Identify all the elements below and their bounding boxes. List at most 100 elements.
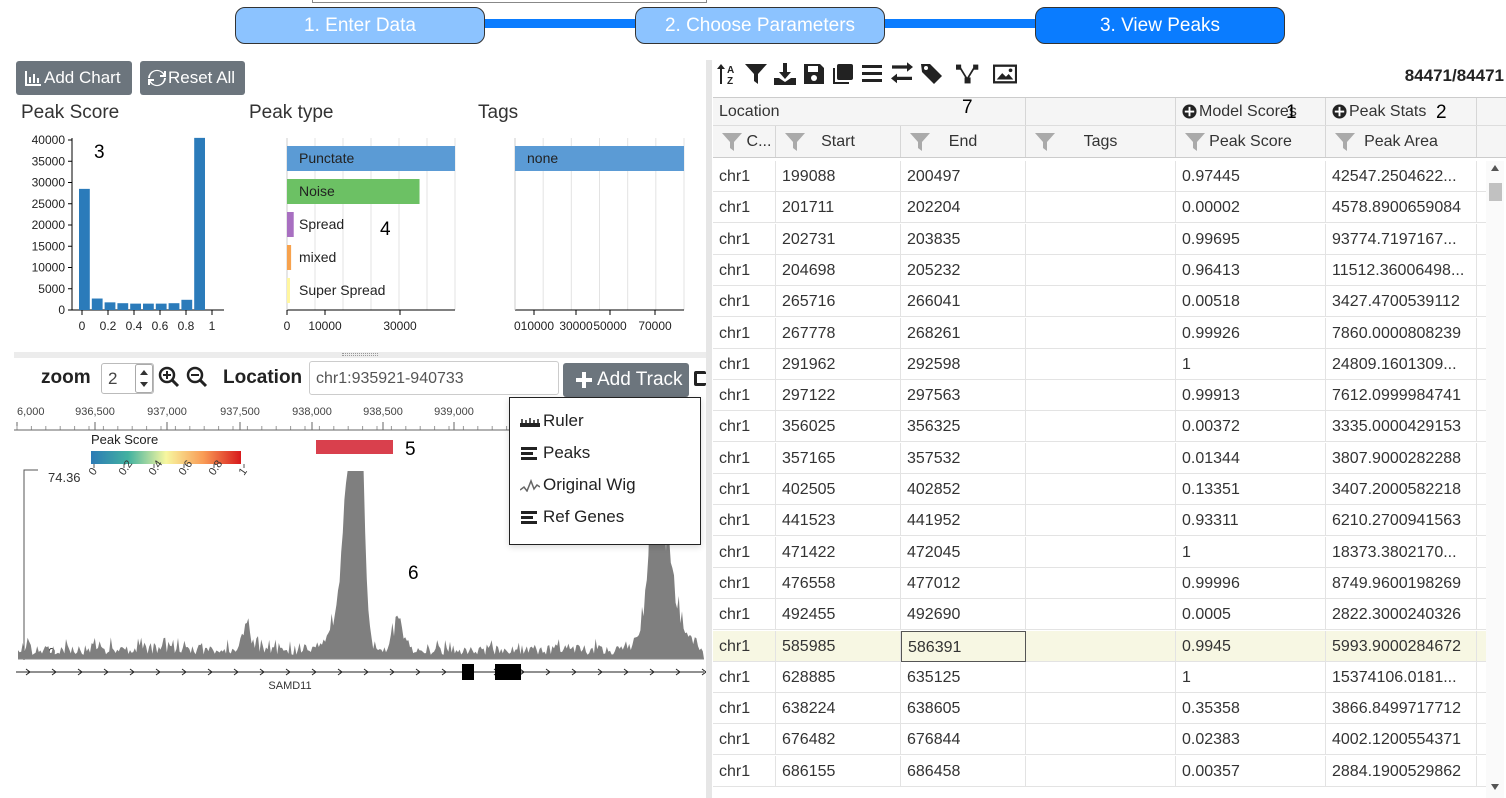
- table-cell[interactable]: [1026, 536, 1176, 568]
- table-cell[interactable]: chr1: [713, 661, 776, 693]
- location-input[interactable]: chr1:935921-940733: [309, 361, 559, 395]
- table-cell[interactable]: 0.13351: [1176, 474, 1326, 505]
- table-cell[interactable]: 3335.0000429153: [1326, 411, 1477, 443]
- network-icon[interactable]: [956, 62, 980, 86]
- table-cell[interactable]: 357165: [776, 442, 901, 474]
- table-cell[interactable]: 638605: [901, 693, 1026, 725]
- table-cell[interactable]: 3866.8499717712: [1326, 693, 1477, 725]
- table-cell[interactable]: 24809.1601309...: [1326, 348, 1477, 380]
- table-cell[interactable]: 676844: [901, 724, 1026, 756]
- table-cell[interactable]: 4002.1200554371: [1326, 724, 1477, 756]
- image-icon[interactable]: [993, 62, 1017, 86]
- table-cell[interactable]: 204698: [776, 254, 901, 286]
- table-row[interactable]: chr1 585985 586391 0.9945 5993.9000284672: [713, 630, 1487, 662]
- table-row[interactable]: chr1 291962 292598 1 24809.1601309...: [713, 348, 1487, 380]
- step-choose-parameters[interactable]: 2. Choose Parameters: [635, 7, 885, 44]
- table-cell[interactable]: 0.0005: [1176, 599, 1326, 631]
- table-cell[interactable]: 0.93311: [1176, 505, 1326, 537]
- column-filter-icon[interactable]: [721, 131, 743, 153]
- table-cell[interactable]: 472045: [901, 536, 1026, 568]
- table-cell[interactable]: 5993.9000284672: [1326, 630, 1477, 662]
- table-row[interactable]: chr1 297122 297563 0.99913 7612.0999984741: [713, 380, 1487, 412]
- table-cell[interactable]: 291962: [776, 348, 901, 380]
- table-cell[interactable]: 585985: [776, 630, 901, 662]
- table-cell[interactable]: 402852: [901, 474, 1026, 505]
- column-header[interactable]: C...: [713, 126, 776, 157]
- table-row[interactable]: chr1 638224 638605 0.35358 3866.8499717712: [713, 693, 1487, 725]
- table-cell[interactable]: 0.99695: [1176, 223, 1326, 255]
- table-cell[interactable]: 0.99926: [1176, 317, 1326, 349]
- table-cell[interactable]: [1026, 630, 1176, 662]
- table-cell[interactable]: [1026, 505, 1176, 537]
- table-cell[interactable]: 202204: [901, 192, 1026, 224]
- table-cell[interactable]: 267778: [776, 317, 901, 349]
- table-cell[interactable]: 200497: [901, 161, 1026, 192]
- table-cell[interactable]: 586391: [901, 630, 1026, 662]
- table-cell[interactable]: [1026, 380, 1176, 412]
- table-cell[interactable]: chr1: [713, 192, 776, 224]
- camera-icon[interactable]: [694, 368, 706, 388]
- table-cell[interactable]: 676482: [776, 724, 901, 756]
- table-cell[interactable]: [1026, 161, 1176, 192]
- table-cell[interactable]: 402505: [776, 474, 901, 505]
- table-cell[interactable]: 492690: [901, 599, 1026, 631]
- table-row[interactable]: chr1 356025 356325 0.00372 3335.0000429153: [713, 411, 1487, 443]
- table-cell[interactable]: 2884.1900529862: [1326, 755, 1477, 787]
- table-cell[interactable]: chr1: [713, 161, 776, 192]
- swap-icon[interactable]: [890, 62, 914, 86]
- scroll-up-icon[interactable]: [1491, 165, 1499, 171]
- table-cell[interactable]: 202731: [776, 223, 901, 255]
- table-cell[interactable]: 0.99913: [1176, 380, 1326, 412]
- table-cell[interactable]: 7860.0000808239: [1326, 317, 1477, 349]
- column-header[interactable]: End: [901, 126, 1026, 157]
- column-header[interactable]: Tags: [1026, 126, 1176, 157]
- table-cell[interactable]: chr1: [713, 317, 776, 349]
- vertical-resize-handle[interactable]: [706, 60, 712, 798]
- expand-plus-icon[interactable]: [1182, 104, 1197, 119]
- table-cell[interactable]: 268261: [901, 317, 1026, 349]
- table-cell[interactable]: 0.00357: [1176, 755, 1326, 787]
- table-cell[interactable]: 0.01344: [1176, 442, 1326, 474]
- table-cell[interactable]: 8749.9600198269: [1326, 567, 1477, 599]
- table-cell[interactable]: 441523: [776, 505, 901, 537]
- table-cell[interactable]: chr1: [713, 505, 776, 537]
- scroll-down-icon[interactable]: [1491, 784, 1499, 790]
- table-cell[interactable]: chr1: [713, 442, 776, 474]
- table-cell[interactable]: 201711: [776, 192, 901, 224]
- table-cell[interactable]: chr1: [713, 348, 776, 380]
- table-cell[interactable]: [1026, 661, 1176, 693]
- table-cell[interactable]: 3407.2000582218: [1326, 474, 1477, 505]
- table-cell[interactable]: 199088: [776, 161, 901, 192]
- table-cell[interactable]: 0.35358: [1176, 693, 1326, 725]
- step-enter-data[interactable]: 1. Enter Data: [235, 7, 485, 44]
- table-cell[interactable]: 357532: [901, 442, 1026, 474]
- table-cell[interactable]: 471422: [776, 536, 901, 568]
- zoom-out-icon[interactable]: [186, 366, 208, 388]
- table-cell[interactable]: chr1: [713, 286, 776, 318]
- table-cell[interactable]: 356325: [901, 411, 1026, 443]
- zoom-in-icon[interactable]: [158, 366, 180, 388]
- add-track-button[interactable]: Add Track: [563, 363, 689, 397]
- table-cell[interactable]: 4578.8900659084: [1326, 192, 1477, 224]
- table-cell[interactable]: [1026, 474, 1176, 505]
- column-filter-icon[interactable]: [909, 131, 931, 153]
- table-cell[interactable]: 1: [1176, 348, 1326, 380]
- table-row[interactable]: chr1 265716 266041 0.00518 3427.4700539112: [713, 286, 1487, 318]
- table-cell[interactable]: chr1: [713, 755, 776, 787]
- table-cell[interactable]: chr1: [713, 724, 776, 756]
- table-cell[interactable]: 0.96413: [1176, 254, 1326, 286]
- table-row[interactable]: chr1 267778 268261 0.99926 7860.0000808239: [713, 317, 1487, 349]
- tags-chart[interactable]: none 010000 30000 50000 70000: [470, 130, 706, 340]
- add-chart-button[interactable]: Add Chart: [16, 61, 132, 95]
- table-cell[interactable]: [1026, 254, 1176, 286]
- column-header[interactable]: Peak Area: [1326, 126, 1477, 157]
- peak-type-chart[interactable]: Punctate Noise Spread mixed Super Spread 0 100…: [240, 130, 470, 340]
- table-cell[interactable]: 0.00372: [1176, 411, 1326, 443]
- filter-icon[interactable]: [744, 62, 768, 86]
- table-cell[interactable]: [1026, 442, 1176, 474]
- sort-alpha-icon[interactable]: AZ: [716, 62, 740, 86]
- table-cell[interactable]: 2822.3000240326: [1326, 599, 1477, 631]
- table-cell[interactable]: 1: [1176, 661, 1326, 693]
- table-cell[interactable]: 6210.2700941563: [1326, 505, 1477, 537]
- column-filter-icon[interactable]: [1334, 131, 1356, 153]
